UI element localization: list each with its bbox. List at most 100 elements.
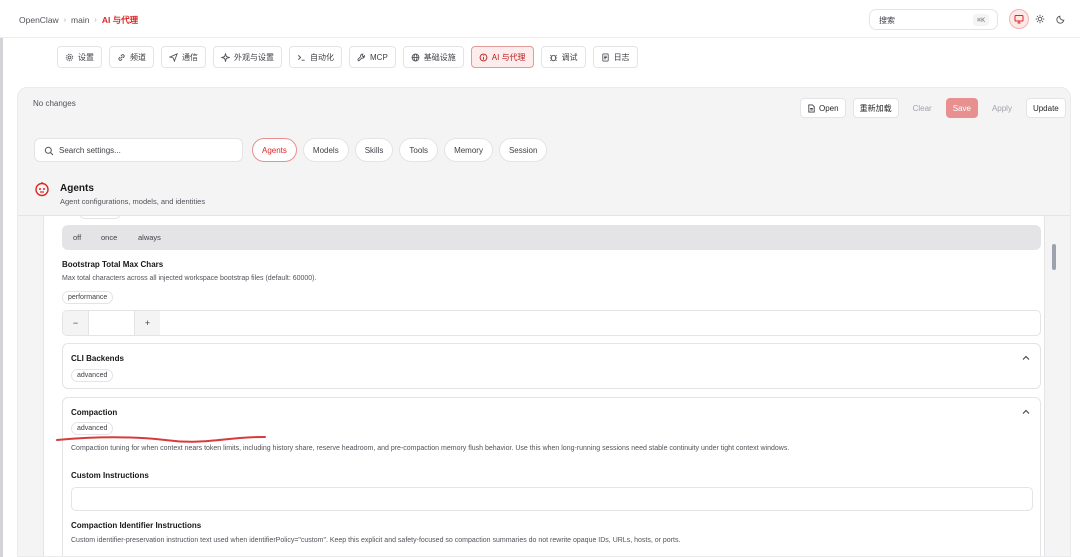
tab-settings[interactable]: 设置 [57,46,102,68]
settings-scroll-area[interactable]: advanced off once always Bootstrap Total… [35,216,1055,556]
sparkle-icon [221,52,230,62]
tab-label: 外观与设置 [234,52,274,62]
compaction-desc: Compaction tuning for when context nears… [71,445,790,452]
robot-icon [35,182,49,197]
top-bar: OpenClaw › main › AI 与代理 搜索 ⌘K [0,0,1080,38]
bootstrap-max-chars-stepper: − + [62,310,1041,336]
agents-defaults-card: advanced off once always Bootstrap Total… [43,216,1045,556]
global-search-placeholder: 搜索 [879,16,895,25]
wrench-icon [357,53,365,61]
compaction-card: Compaction advanced Compaction tuning fo… [62,397,1041,556]
chevron-right-icon: › [94,16,97,24]
category-tabs: Agents Models Skills Tools Memory Sessio… [252,138,548,162]
shortcut-hint: ⌘K [973,14,989,26]
apply-button[interactable]: Apply [984,98,1019,118]
identifier-instructions-label: Compaction Identifier Instructions [71,521,202,530]
bootstrap-max-chars-input[interactable] [90,314,133,332]
send-icon [169,52,178,62]
gear-icon [65,53,74,61]
option-always[interactable]: always [138,233,161,242]
bootstrap-max-chars-label: Bootstrap Total Max Chars [62,260,164,269]
tab-mcp[interactable]: MCP [349,46,396,68]
file-icon [808,103,815,113]
settings-search-input[interactable] [59,143,234,158]
sun-icon[interactable] [1030,9,1050,29]
info-icon [479,53,488,61]
identifier-instructions-desc: Custom identifier-preservation instructi… [71,537,681,544]
link-icon [118,53,125,61]
subtab-tools[interactable]: Tools [399,138,439,162]
option-off[interactable]: off [73,233,81,242]
tab-label: MCP [370,52,388,62]
settings-search[interactable] [34,138,243,162]
clear-label: Clear [912,103,932,113]
globe-icon [411,53,420,61]
increment-button[interactable]: + [134,311,160,335]
tag-badge: advanced [71,369,114,382]
breadcrumb-middle[interactable]: main [71,15,89,25]
bug-icon [549,54,557,61]
subtab-memory[interactable]: Memory [444,138,493,162]
custom-instructions-field[interactable] [71,487,1033,511]
settings-panel: No changes Open 重新加载 Clear Save Apply Up… [17,87,1071,557]
cli-backends-card[interactable]: CLI Backends advanced [62,343,1041,389]
search-icon [44,146,54,156]
compaction-label: Compaction [71,408,118,417]
save-button[interactable]: Save [945,98,978,118]
monitor-icon[interactable] [1009,9,1029,29]
tab-label: 通信 [182,52,198,62]
decrement-button[interactable]: − [63,311,89,335]
tab-appearance[interactable]: 外观与设置 [213,46,282,68]
open-label: Open [819,103,839,113]
update-button[interactable]: Update [1025,98,1066,118]
reload-label: 重新加载 [859,103,892,113]
save-label: Save [952,103,971,113]
option-once[interactable]: once [101,233,117,242]
subtab-skills[interactable]: Skills [354,138,394,162]
tab-label: 日志 [613,52,630,62]
tab-label: 频道 [130,52,146,62]
status-text: No changes [33,99,76,108]
moon-icon[interactable] [1051,9,1071,29]
tab-communication[interactable]: 通信 [161,46,206,68]
chevron-up-icon[interactable] [1021,407,1031,417]
tab-infrastructure[interactable]: 基础设施 [402,46,464,68]
bootstrap-max-chars-desc: Max total characters across all injected… [62,275,317,282]
tag-badge: performance [62,291,114,304]
action-bar: Open 重新加载 Clear Save Apply Update [800,98,1066,118]
global-search[interactable]: 搜索 ⌘K [869,9,998,30]
breadcrumb: OpenClaw › main › AI 与代理 [19,14,138,26]
chevron-right-icon: › [63,16,67,24]
open-button[interactable]: Open [800,98,846,118]
tag-badge: advanced [71,422,114,435]
apply-label: Apply [991,103,1012,113]
clear-button[interactable]: Clear [905,98,939,118]
subtab-agents[interactable]: Agents [252,138,297,162]
tab-label: AI 与代理 [491,52,526,62]
tab-debug[interactable]: 调试 [540,46,586,68]
terminal-icon [298,54,305,61]
reload-button[interactable]: 重新加载 [852,98,899,118]
section-subtitle: Agent configurations, models, and identi… [60,197,206,206]
subtab-session[interactable]: Session [498,138,548,162]
custom-instructions-input[interactable] [72,488,1032,510]
tag-badge: advanced [79,216,122,219]
tab-automation[interactable]: 自动化 [289,46,342,68]
breadcrumb-root[interactable]: OpenClaw [19,15,59,25]
subtab-models[interactable]: Models [302,138,349,162]
cli-backends-label: CLI Backends [71,354,124,363]
tab-label: 基础设施 [423,52,456,62]
tab-label: 设置 [78,52,94,62]
custom-instructions-label: Custom Instructions [71,471,149,480]
segmented-control: off once always [62,225,1041,250]
tab-channels[interactable]: 频道 [109,46,154,68]
left-edge [0,38,3,557]
section-nav: 设置 频道 通信 外观与设置 自动化 MCP 基础设施 AI 与代理 调试 日志 [57,46,638,68]
scrollbar-thumb[interactable] [1052,244,1056,270]
tab-logs[interactable]: 日志 [592,46,638,68]
log-icon [601,52,609,62]
chevron-up-icon[interactable] [1021,353,1031,363]
tab-label: 调试 [561,52,578,62]
tab-ai-agents[interactable]: AI 与代理 [470,46,534,68]
tab-label: 自动化 [310,52,334,62]
